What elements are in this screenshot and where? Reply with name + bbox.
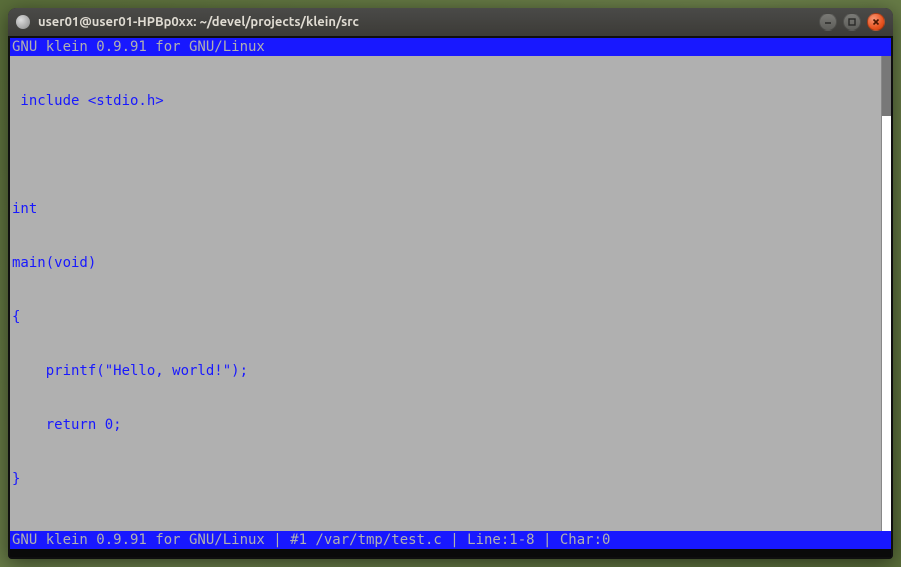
- code-line: return 0;: [12, 416, 879, 434]
- code-line: int: [12, 200, 879, 218]
- titlebar[interactable]: user01@user01-HPBp0xx: ~/devel/projects/…: [8, 8, 893, 36]
- close-button[interactable]: [867, 13, 885, 31]
- code-line: {: [12, 308, 879, 326]
- terminal-bottom-pad: [10, 549, 891, 557]
- editor-content[interactable]: include <stdio.h> int main(void) { print…: [10, 56, 881, 531]
- terminal-window: user01@user01-HPBp0xx: ~/devel/projects/…: [8, 8, 893, 559]
- app-icon: [16, 15, 30, 29]
- scrollbar-thumb[interactable]: [882, 56, 891, 116]
- editor-viewport: GNU klein 0.9.91 for GNU/Linux include <…: [10, 38, 891, 557]
- editor-header-bar: GNU klein 0.9.91 for GNU/Linux: [10, 38, 891, 56]
- code-line: include <stdio.h>: [12, 92, 879, 110]
- code-line: [12, 146, 879, 164]
- window-title: user01@user01-HPBp0xx: ~/devel/projects/…: [38, 15, 819, 29]
- scrollbar[interactable]: [881, 56, 891, 531]
- terminal-body: GNU klein 0.9.91 for GNU/Linux include <…: [8, 36, 893, 559]
- minimize-button[interactable]: [819, 13, 837, 31]
- editor-area[interactable]: include <stdio.h> int main(void) { print…: [10, 56, 891, 531]
- maximize-icon: [847, 17, 857, 27]
- code-line: main(void): [12, 254, 879, 272]
- code-line: printf("Hello, world!");: [12, 362, 879, 380]
- editor-status-bar: GNU klein 0.9.91 for GNU/Linux | #1 /var…: [10, 531, 891, 549]
- code-line: }: [12, 470, 879, 488]
- maximize-button[interactable]: [843, 13, 861, 31]
- window-controls: [819, 13, 885, 31]
- minimize-icon: [823, 17, 833, 27]
- close-icon: [871, 17, 881, 27]
